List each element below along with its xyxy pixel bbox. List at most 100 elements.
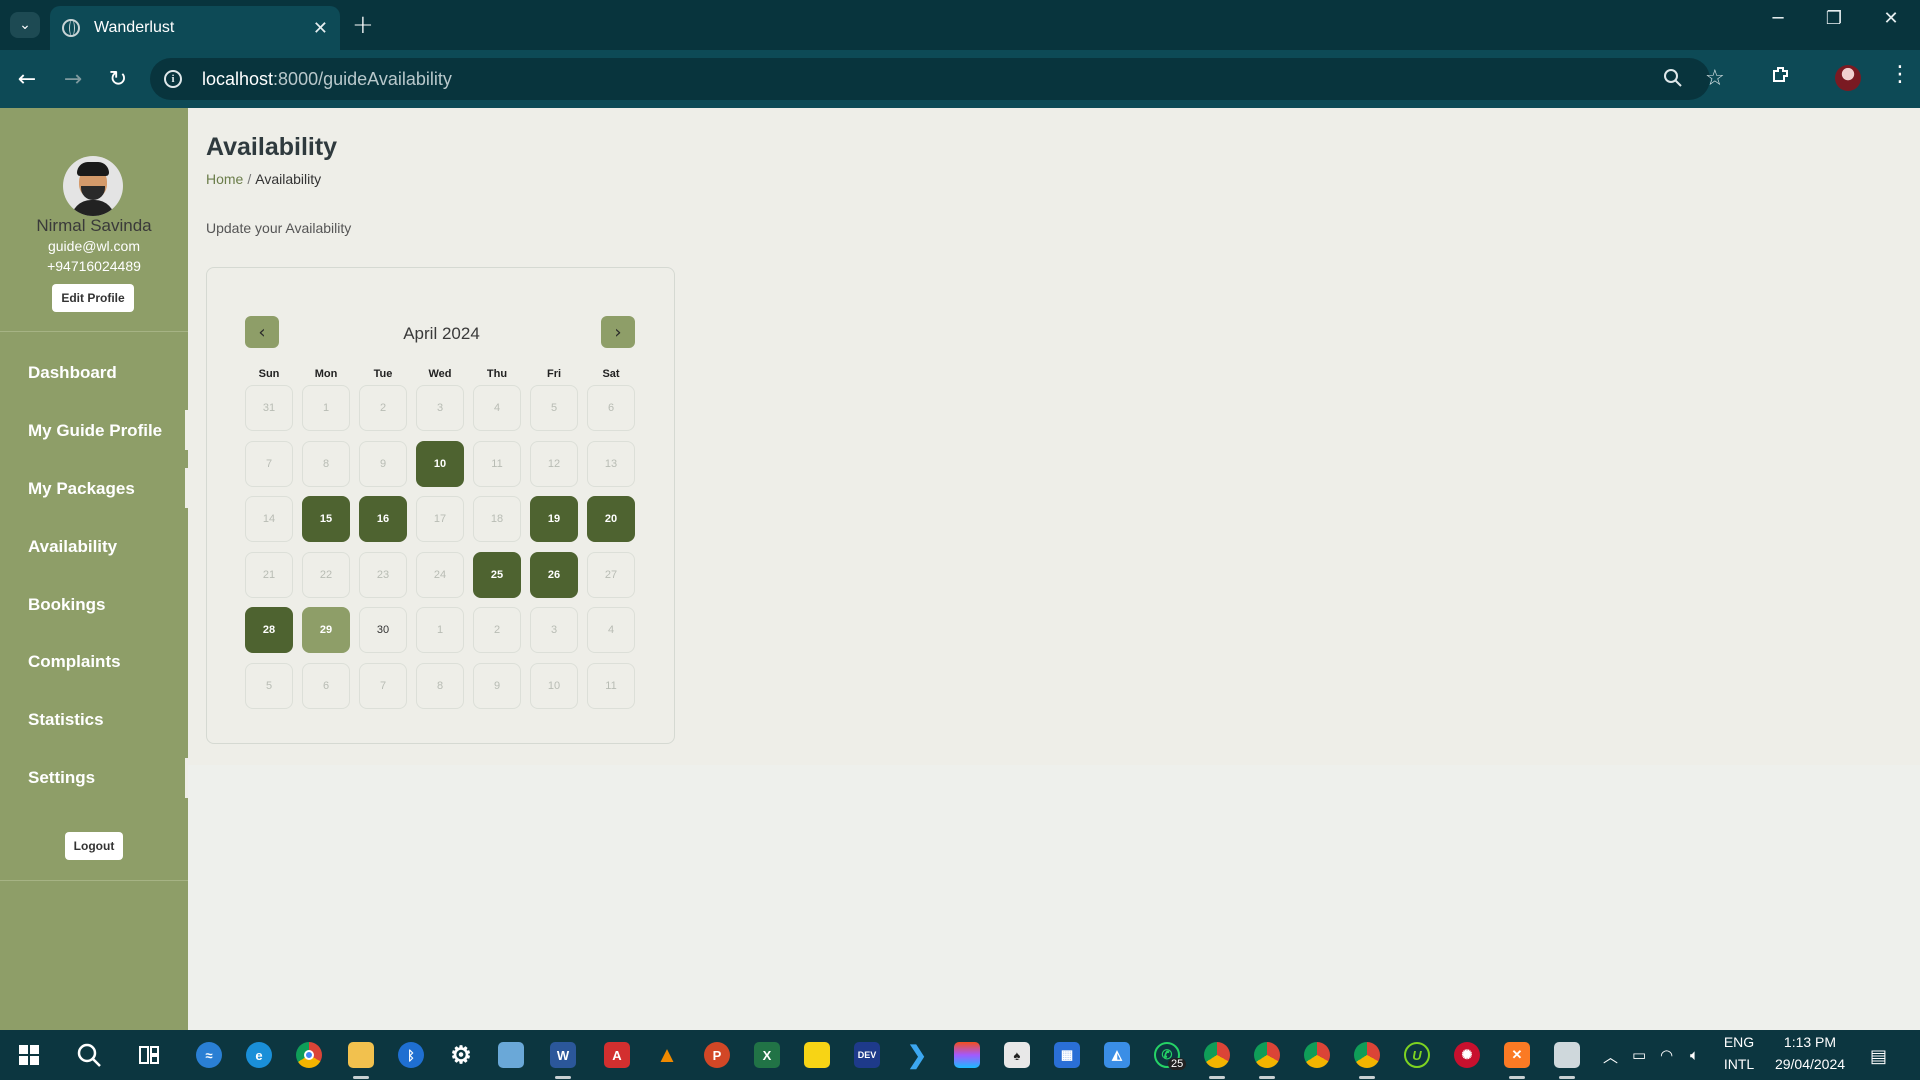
upwork-icon[interactable]: U <box>1404 1042 1430 1068</box>
calendar-day: 8 <box>416 662 464 709</box>
tab-search-button[interactable]: ⌄ <box>10 12 40 38</box>
acrobat-icon[interactable]: A <box>604 1042 630 1068</box>
sidebar-item-my-guide-profile[interactable]: My Guide Profile <box>28 421 162 441</box>
sidebar-item-bookings[interactable]: Bookings <box>28 595 105 615</box>
zoom-icon[interactable] <box>1663 68 1683 93</box>
bookmark-star-icon[interactable]: ☆ <box>1705 66 1725 91</box>
address-bar[interactable]: i localhost:8000/guideAvailability ☆ <box>150 58 1725 100</box>
extensions-icon[interactable] <box>1770 64 1792 92</box>
sidebar-item-dashboard[interactable]: Dashboard <box>28 363 117 383</box>
next-month-button[interactable]: › <box>601 316 635 348</box>
calendar-day[interactable]: 14 <box>245 496 293 542</box>
word-icon[interactable]: W <box>550 1042 576 1068</box>
calendar-day-available[interactable]: 20 <box>587 496 635 542</box>
excel-icon[interactable]: X <box>754 1042 780 1068</box>
calendar-day[interactable]: 4 <box>473 385 521 431</box>
vscode-icon[interactable]: ❯ <box>904 1042 930 1069</box>
chrome-profile-icon[interactable] <box>1204 1042 1230 1068</box>
calendar-app-icon[interactable]: ▦ <box>1054 1042 1080 1068</box>
security-app-icon[interactable]: ✺ <box>1454 1042 1480 1068</box>
calendar-day-available[interactable]: 19 <box>530 496 578 542</box>
calendar-day[interactable]: 23 <box>359 551 407 598</box>
calendar-day[interactable]: 30 <box>359 607 407 653</box>
figma-icon[interactable] <box>954 1042 980 1068</box>
chrome-profile-icon[interactable] <box>1354 1042 1380 1068</box>
sidebar-item-my-packages[interactable]: My Packages <box>28 479 135 499</box>
calendar-day[interactable]: 12 <box>530 440 578 487</box>
restore-button[interactable]: ❐ <box>1814 8 1854 29</box>
sticky-notes-icon[interactable] <box>804 1042 830 1068</box>
docker-icon[interactable]: ≈ <box>196 1042 222 1068</box>
calendar-day[interactable]: 5 <box>530 385 578 431</box>
task-view-icon[interactable] <box>136 1042 162 1068</box>
remote-desktop-icon[interactable] <box>1554 1042 1580 1068</box>
calendar-day[interactable]: 7 <box>245 440 293 487</box>
notepad-icon[interactable] <box>498 1042 524 1068</box>
close-window-button[interactable]: ✕ <box>1871 8 1911 29</box>
wifi-icon[interactable]: ◠ <box>1660 1046 1673 1064</box>
calendar-day: 2 <box>473 607 521 653</box>
sidebar-item-settings[interactable]: Settings <box>28 768 95 788</box>
calendar-day-available[interactable]: 15 <box>302 496 350 542</box>
calendar-day[interactable]: 9 <box>359 440 407 487</box>
xampp-icon[interactable]: ✕ <box>1504 1042 1530 1068</box>
calendar-day-available[interactable]: 26 <box>530 551 578 598</box>
chrome-profile-icon[interactable] <box>1254 1042 1280 1068</box>
browser-profile-avatar[interactable] <box>1835 65 1861 91</box>
devtoys-icon[interactable]: DEV <box>854 1042 880 1068</box>
edge-icon[interactable]: e <box>246 1042 272 1068</box>
show-hidden-icons-chevron-icon[interactable]: ︿ <box>1603 1046 1618 1067</box>
language-indicator-bottom[interactable]: INTL <box>1718 1056 1760 1072</box>
new-tab-button[interactable]: + <box>352 10 374 40</box>
calendar-day-available[interactable]: 10 <box>416 440 464 487</box>
calendar-day[interactable]: 13 <box>587 440 635 487</box>
windows-start-icon[interactable] <box>16 1042 42 1068</box>
calendar-day[interactable]: 24 <box>416 551 464 598</box>
calendar-day[interactable]: 21 <box>245 551 293 598</box>
tab-close-button[interactable]: ✕ <box>313 18 328 39</box>
calendar-day[interactable]: 6 <box>587 385 635 431</box>
forward-button[interactable]: → <box>58 64 88 94</box>
back-button[interactable]: ← <box>12 64 42 94</box>
settings-gear-icon[interactable]: ⚙ <box>448 1042 474 1069</box>
battery-icon[interactable]: ▭ <box>1632 1046 1646 1064</box>
calendar-day[interactable]: 3 <box>416 385 464 431</box>
calendar-day[interactable]: 17 <box>416 496 464 542</box>
calendar-day-today[interactable]: 29 <box>302 607 350 653</box>
language-indicator-top[interactable]: ENG <box>1718 1034 1760 1050</box>
sidebar-item-statistics[interactable]: Statistics <box>28 710 104 730</box>
volume-icon[interactable]: 🔈︎ <box>1690 1046 1699 1064</box>
browser-tab[interactable]: Wanderlust ✕ <box>50 6 340 50</box>
logout-button[interactable]: Logout <box>65 832 123 860</box>
site-info-icon[interactable]: i <box>164 70 182 88</box>
photos-icon[interactable]: ◭ <box>1104 1042 1130 1068</box>
notifications-icon[interactable]: ▤ <box>1870 1046 1887 1067</box>
bluetooth-icon[interactable]: ᛒ <box>398 1042 424 1068</box>
solitaire-icon[interactable]: ♠ <box>1004 1042 1030 1068</box>
vlc-icon[interactable]: ▲ <box>654 1042 680 1068</box>
file-explorer-icon[interactable] <box>348 1042 374 1068</box>
edit-profile-button[interactable]: Edit Profile <box>52 284 134 312</box>
sidebar-item-complaints[interactable]: Complaints <box>28 652 121 672</box>
calendar-day[interactable]: 11 <box>473 440 521 487</box>
search-icon[interactable] <box>76 1042 102 1068</box>
clock-time[interactable]: 1:13 PM <box>1764 1034 1856 1050</box>
calendar-day-available[interactable]: 28 <box>245 607 293 653</box>
calendar-day[interactable]: 18 <box>473 496 521 542</box>
calendar-day[interactable]: 27 <box>587 551 635 598</box>
calendar-day[interactable]: 2 <box>359 385 407 431</box>
powerpoint-icon[interactable]: P <box>704 1042 730 1068</box>
calendar-day[interactable]: 1 <box>302 385 350 431</box>
calendar-day-available[interactable]: 16 <box>359 496 407 542</box>
chrome-icon[interactable] <box>296 1042 322 1068</box>
chrome-profile-icon[interactable] <box>1304 1042 1330 1068</box>
calendar-day[interactable]: 8 <box>302 440 350 487</box>
calendar-day-available[interactable]: 25 <box>473 551 521 598</box>
minimize-button[interactable]: ─ <box>1758 8 1798 29</box>
sidebar-item-availability[interactable]: Availability <box>28 537 117 557</box>
clock-date[interactable]: 29/04/2024 <box>1764 1056 1856 1072</box>
browser-menu-icon[interactable]: ⋮ <box>1889 62 1911 87</box>
calendar-day[interactable]: 22 <box>302 551 350 598</box>
reload-button[interactable]: ↻ <box>103 64 133 94</box>
breadcrumb-home-link[interactable]: Home <box>206 171 243 187</box>
